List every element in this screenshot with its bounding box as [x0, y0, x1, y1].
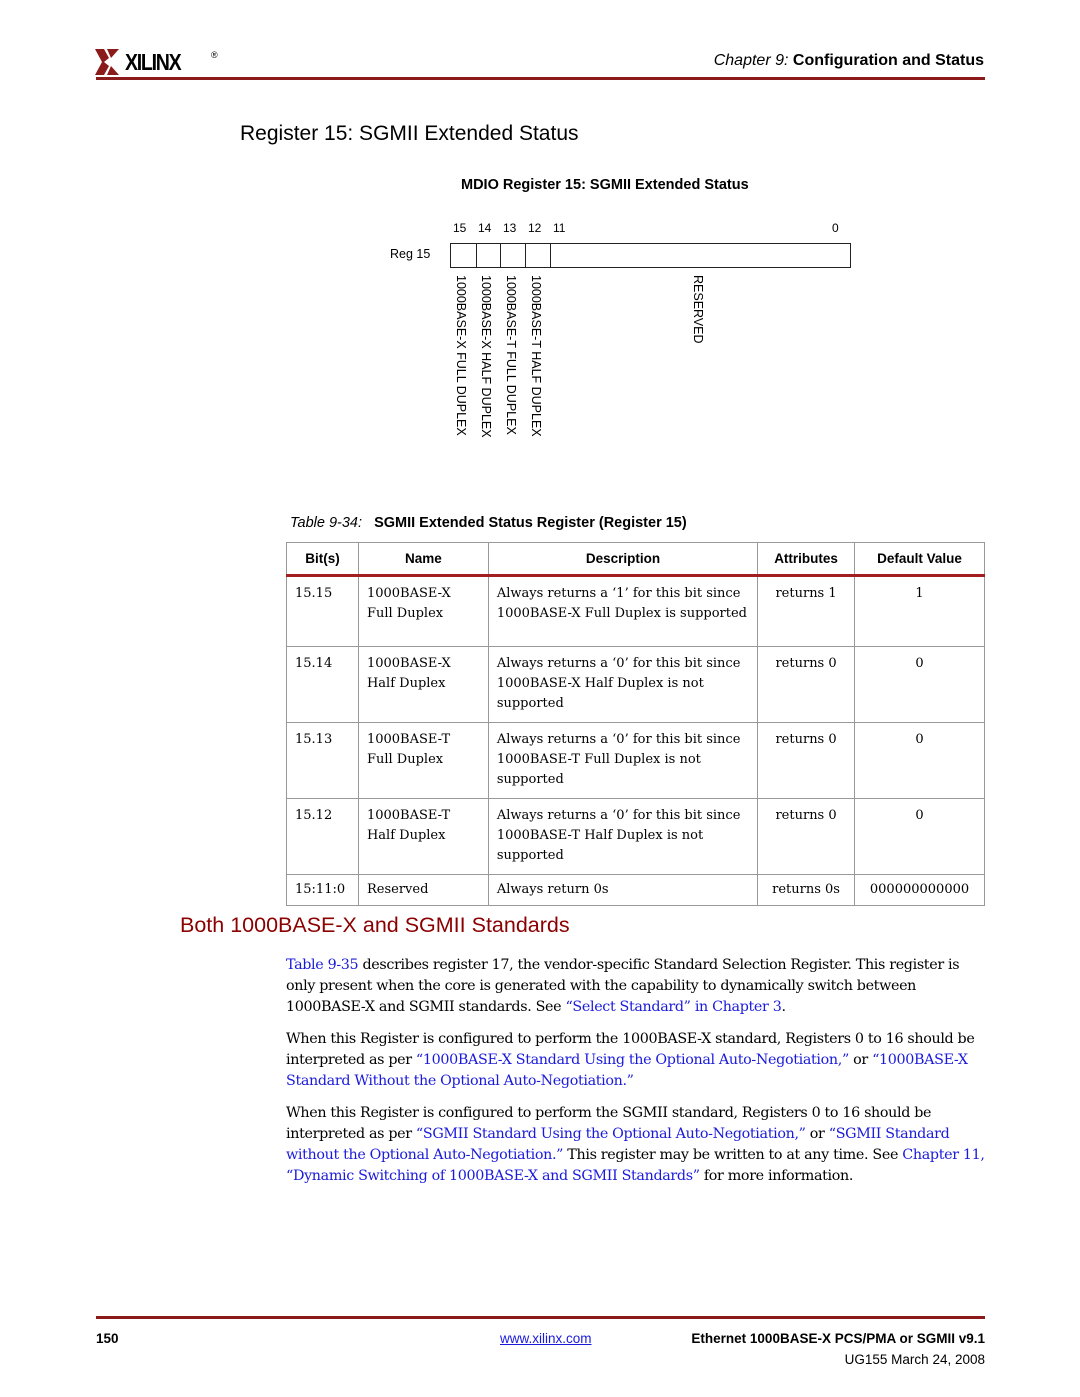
table-title: SGMII Extended Status Register (Register… [374, 515, 687, 531]
chapter-title: Configuration and Status [792, 52, 984, 69]
link-table-9-35[interactable]: Table 9-35 [286, 957, 359, 973]
cell-name: 1000BASE-X Full Duplex [357, 575, 489, 647]
cell-name: 1000BASE-T Half Duplex [357, 798, 489, 875]
table-caption: Table 9-34: SGMII Extended Status Regist… [290, 515, 687, 531]
field-label: 1000BASE-T HALF DUPLEX [529, 275, 543, 437]
table-row: 15:11:0 Reserved Always return 0s return… [286, 874, 985, 906]
register-cell-bit14 [475, 243, 502, 268]
paragraph: Table 9-35 describes register 17, the ve… [286, 955, 986, 1018]
cell-name: 1000BASE-T Full Duplex [357, 722, 489, 799]
document-id-date: UG155 March 24, 2008 [844, 1352, 985, 1367]
paragraph: When this Register is configured to perf… [286, 1029, 986, 1092]
cell-description: Always returns a ‘1’ for this bit since … [487, 575, 759, 647]
column-header: Attributes [757, 542, 856, 577]
cell-name: Reserved [357, 874, 489, 906]
chapter-header: Chapter 9: Configuration and Status [714, 52, 984, 70]
figure-title: MDIO Register 15: SGMII Extended Status [461, 177, 749, 193]
cell-bits: 15.13 [286, 722, 359, 799]
cell-attributes: returns 1 [757, 575, 856, 647]
cell-bits: 15.12 [286, 798, 359, 875]
paragraph-text: or [805, 1126, 829, 1142]
section-heading: Register 15: SGMII Extended Status [240, 122, 579, 145]
column-header: Bit(s) [286, 542, 359, 577]
paragraph-text: for more information. [699, 1168, 854, 1184]
cell-description: Always returns a ‘0’ for this bit since … [487, 646, 759, 723]
chapter-label: Chapter 9: [713, 52, 789, 69]
register-cell-bit12 [524, 243, 552, 268]
page-number: 150 [96, 1331, 119, 1346]
cell-bits: 15.15 [286, 575, 359, 647]
bit-number: 13 [503, 221, 517, 235]
link-1000basex-with-autoneg[interactable]: “1000BASE-X Standard Using the Optional … [416, 1052, 849, 1068]
cell-name: 1000BASE-X Half Duplex [357, 646, 489, 723]
register-cell-bit13 [500, 243, 526, 268]
paragraph: When this Register is configured to perf… [286, 1103, 986, 1187]
cell-description: Always returns a ‘0’ for this bit since … [487, 722, 759, 799]
cell-description: Always returns a ‘0’ for this bit since … [487, 798, 759, 875]
section-heading: Both 1000BASE-X and SGMII Standards [180, 913, 570, 937]
column-header: Name [357, 542, 489, 577]
field-label: 1000BASE-T FULL DUPLEX [504, 275, 518, 435]
cell-default: 1 [854, 575, 985, 647]
table-row: 15.12 1000BASE-T Half Duplex Always retu… [286, 798, 985, 875]
register-cell-reserved [550, 243, 851, 268]
register-label: Reg 15 [390, 247, 431, 261]
cell-default: 0 [854, 798, 985, 875]
website-link[interactable]: www.xilinx.com [500, 1331, 592, 1346]
field-label: RESERVED [691, 275, 705, 344]
cell-bits: 15.14 [286, 646, 359, 723]
bit-number: 14 [478, 221, 492, 235]
status-register-table: Bit(s) Name Description Attributes Defau… [286, 542, 985, 906]
logo-text: XILINX [125, 48, 182, 75]
cell-attributes: returns 0 [757, 722, 856, 799]
cell-default: 0 [854, 722, 985, 799]
cell-attributes: returns 0 [757, 798, 856, 875]
paragraph-text: or [848, 1052, 873, 1068]
field-label: 1000BASE-X FULL DUPLEX [454, 275, 468, 436]
cell-default: 0 [854, 646, 985, 723]
cell-default: 000000000000 [854, 874, 985, 906]
link-select-standard[interactable]: “Select Standard” in Chapter 3 [565, 999, 781, 1015]
header-rule [96, 77, 985, 80]
bit-number: 0 [832, 221, 839, 235]
field-label: 1000BASE-X HALF DUPLEX [479, 275, 493, 438]
table-number: Table 9-34: [290, 515, 363, 531]
register-cell-bit15 [450, 243, 477, 268]
column-header: Default Value [854, 542, 985, 577]
column-header: Description [487, 542, 759, 577]
bit-number: 15 [453, 221, 467, 235]
cell-bits: 15:11:0 [286, 874, 359, 906]
register-diagram: 15 14 13 12 11 0 Reg 15 1000BASE-X FULL … [380, 215, 860, 465]
document-title: Ethernet 1000BASE-X PCS/PMA or SGMII v9.… [691, 1331, 985, 1346]
footer-rule [96, 1316, 985, 1319]
table-header-row: Bit(s) Name Description Attributes Defau… [286, 542, 985, 577]
table-row: 15.13 1000BASE-T Full Duplex Always retu… [286, 722, 985, 799]
cell-attributes: returns 0 [757, 646, 856, 723]
cell-description: Always return 0s [487, 874, 759, 906]
paragraph-text: . [781, 999, 786, 1015]
bit-number: 12 [528, 221, 542, 235]
table-row: 15.15 1000BASE-X Full Duplex Always retu… [286, 575, 985, 647]
link-sgmii-with-autoneg[interactable]: “SGMII Standard Using the Optional Auto-… [416, 1126, 806, 1142]
bit-number: 11 [553, 221, 566, 235]
table-row: 15.14 1000BASE-X Half Duplex Always retu… [286, 646, 985, 723]
xilinx-logo-icon [95, 49, 119, 75]
cell-attributes: returns 0s [757, 874, 856, 906]
paragraph-text: This register may be written to at any t… [563, 1147, 903, 1163]
registered-mark: ® [211, 50, 218, 60]
xilinx-logo: XILINX ® [95, 44, 218, 80]
